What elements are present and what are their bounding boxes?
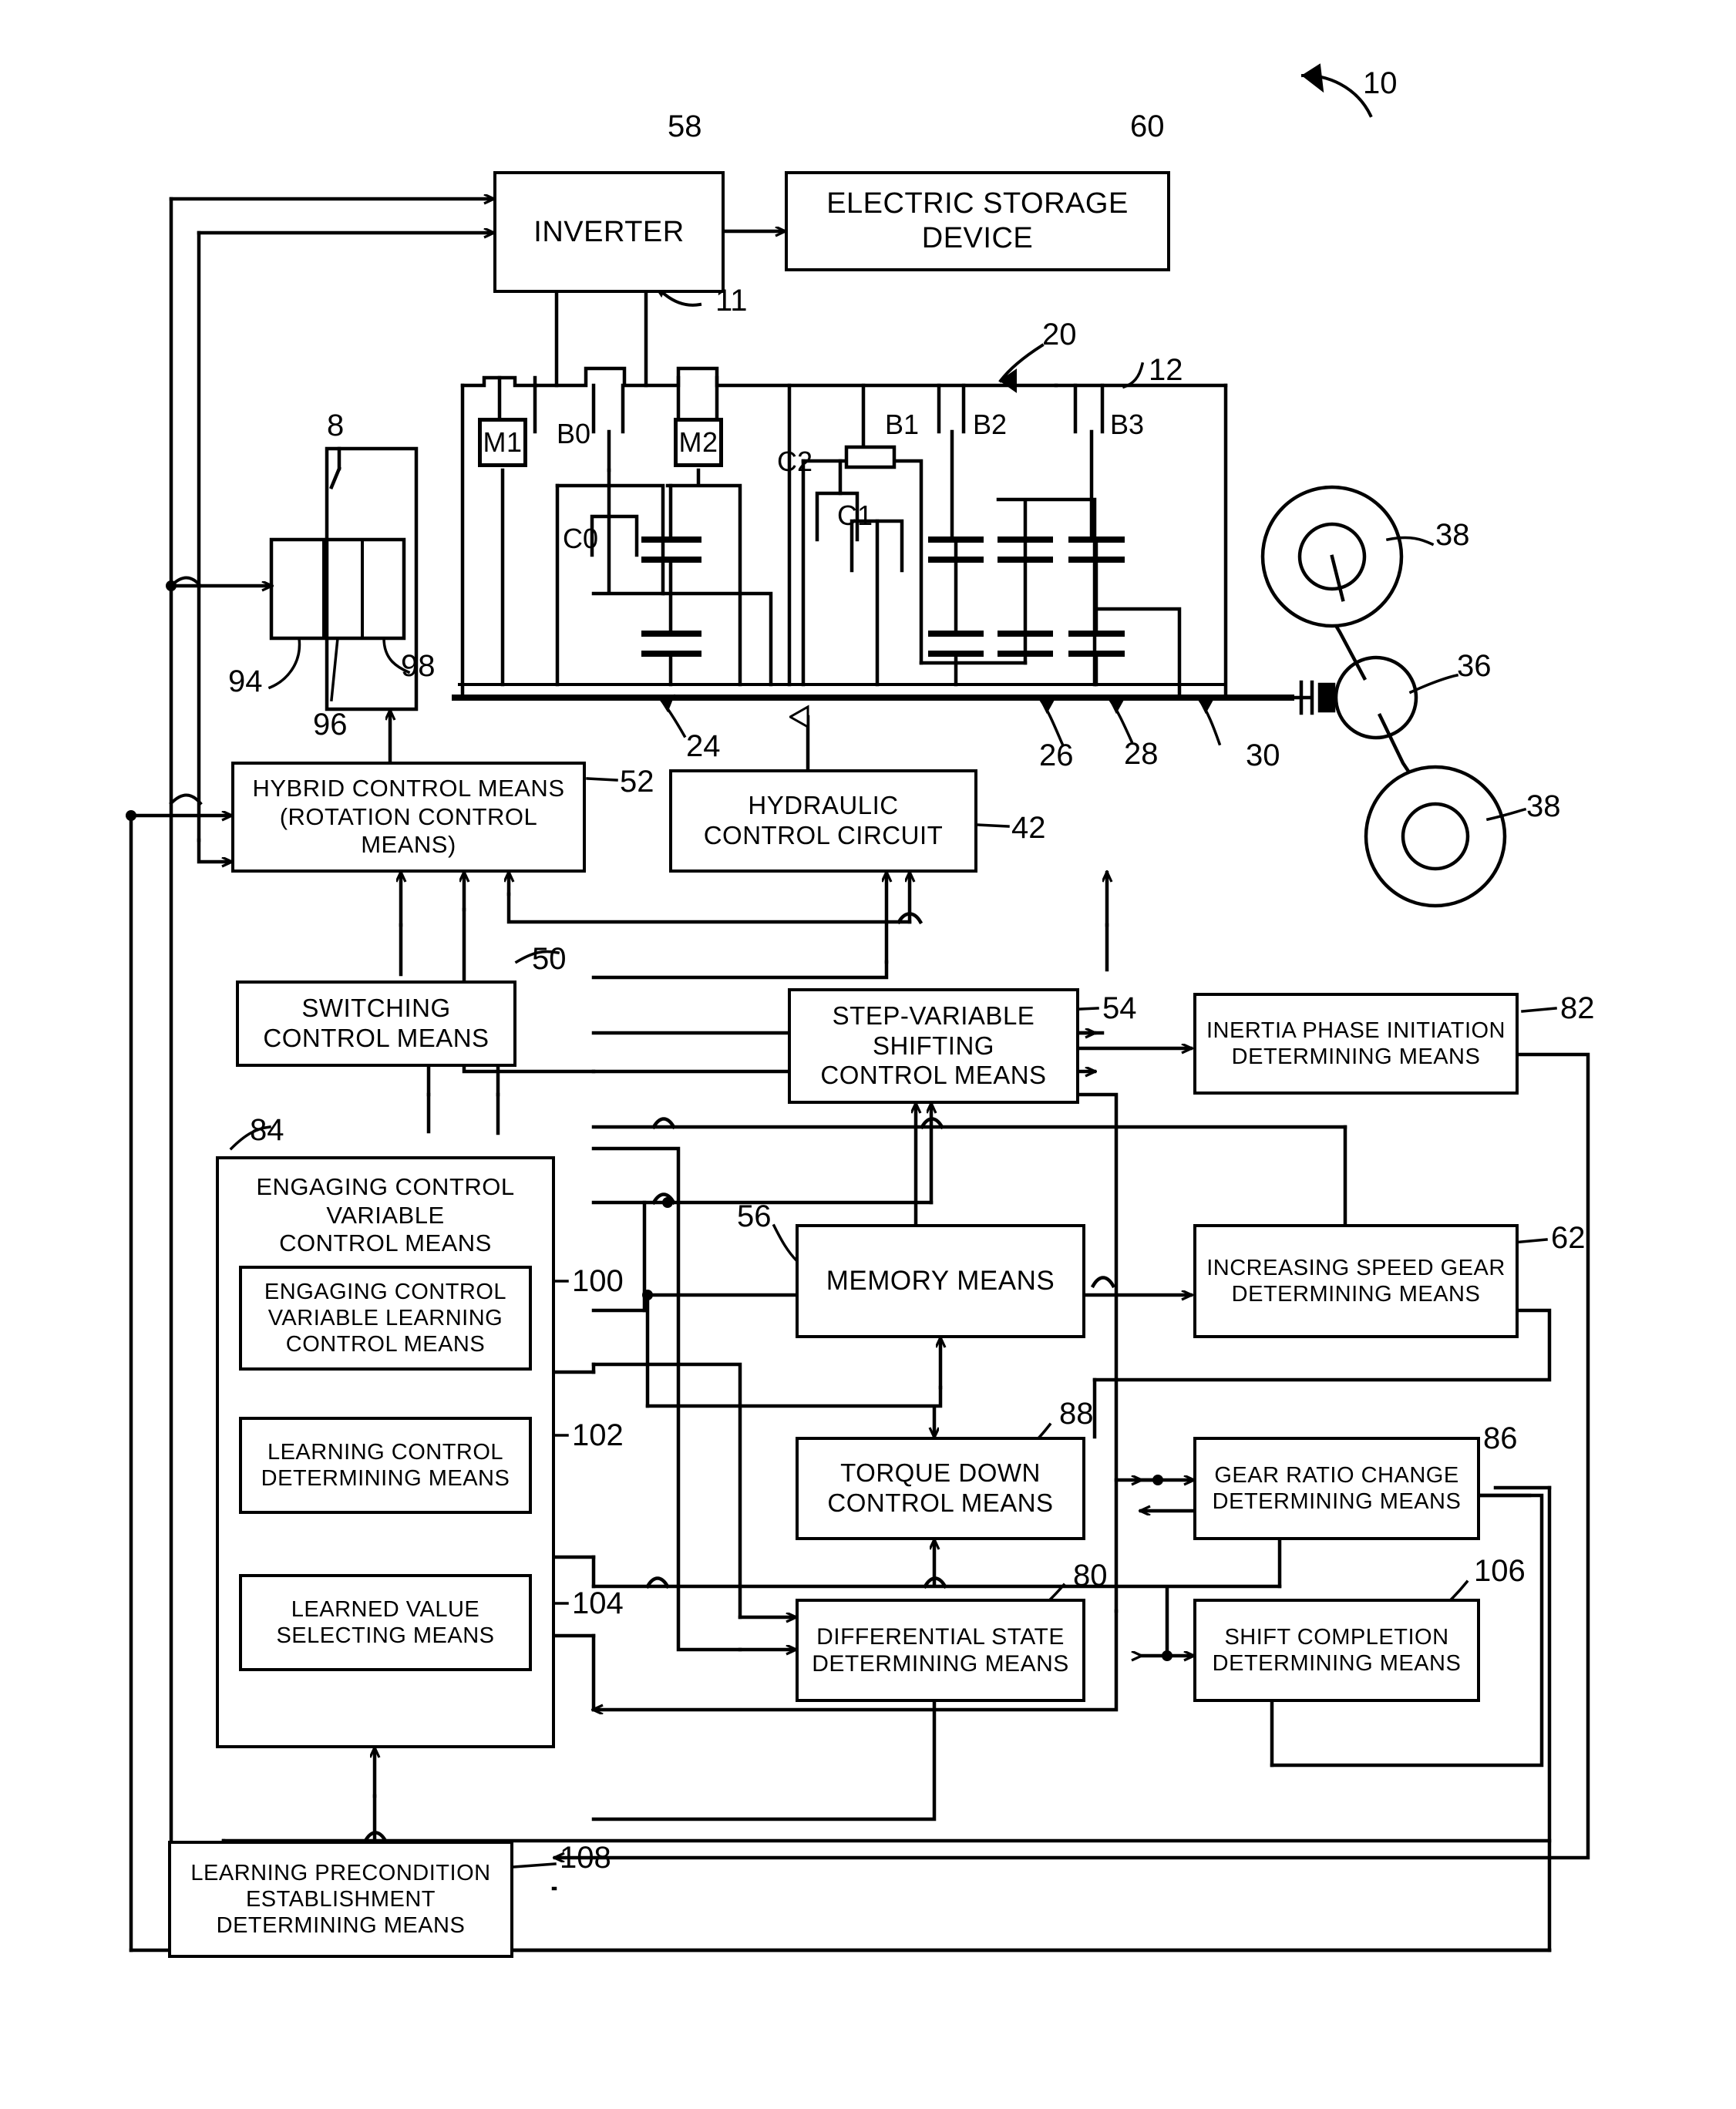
ref-56: 56 xyxy=(737,1199,772,1233)
block-hybrid-control-means-label: HYBRID CONTROL MEANS (ROTATION CONTROL MEA… xyxy=(252,775,565,859)
label-c2: C2 xyxy=(777,446,813,477)
block-hybrid-control-means[interactable]: HYBRID CONTROL MEANS (ROTATION CONTROL MEA… xyxy=(231,762,586,873)
block-gear-ratio-change-determining-means[interactable]: GEAR RATIO CHANGE DETERMINING MEANS xyxy=(1193,1437,1480,1540)
ref-102: 102 xyxy=(572,1418,624,1452)
label-c0: C0 xyxy=(563,523,599,554)
label-b1: B1 xyxy=(885,409,920,440)
block-gear-ratio-change-determining-means-label: GEAR RATIO CHANGE DETERMINING MEANS xyxy=(1212,1462,1462,1514)
patent-figure: INVERTER ELECTRIC STORAGE DEVICE M1 M2 B… xyxy=(0,0,1736,2109)
block-step-variable-shifting-control-means[interactable]: STEP-VARIABLE SHIFTING CONTROL MEANS xyxy=(788,988,1079,1104)
ref-106: 106 xyxy=(1474,1554,1526,1588)
block-memory-means-label: MEMORY MEANS xyxy=(826,1266,1055,1297)
ref-28: 28 xyxy=(1124,737,1159,771)
block-hydraulic-control-circuit[interactable]: HYDRAULIC CONTROL CIRCUIT xyxy=(669,769,977,873)
block-motor-m1: M1 xyxy=(478,418,527,467)
block-hydraulic-control-circuit-label: HYDRAULIC CONTROL CIRCUIT xyxy=(703,791,944,849)
block-memory-means[interactable]: MEMORY MEANS xyxy=(796,1224,1085,1338)
ref-52: 52 xyxy=(620,765,654,799)
block-engaging-control-variable-learning-control-means-label: ENGAGING CONTROL VARIABLE LEARNING CONTROL… xyxy=(264,1279,507,1357)
block-inverter[interactable]: INVERTER xyxy=(493,171,725,293)
ref-8: 8 xyxy=(327,409,345,442)
block-motor-m2: M2 xyxy=(674,418,723,467)
ref-60: 60 xyxy=(1130,109,1165,143)
block-switching-control-means[interactable]: SWITCHING CONTROL MEANS xyxy=(236,980,516,1067)
block-engaging-control-variable-learning-control-means[interactable]: ENGAGING CONTROL VARIABLE LEARNING CONTROL… xyxy=(239,1266,532,1371)
ref-80: 80 xyxy=(1073,1559,1108,1593)
block-learning-precondition-establishment-determining-means[interactable]: LEARNING PRECONDITION ESTABLISHMENT DETERM… xyxy=(168,1841,513,1958)
ref-84: 84 xyxy=(250,1113,284,1147)
label-c1: C1 xyxy=(837,500,873,531)
ref-62: 62 xyxy=(1551,1221,1586,1255)
block-learning-precondition-establishment-determining-means-label: LEARNING PRECONDITION ESTABLISHMENT DETERM… xyxy=(190,1860,491,1939)
motor-m1-label: M1 xyxy=(483,426,523,458)
label-b2: B2 xyxy=(973,409,1008,440)
ref-58: 58 xyxy=(668,109,702,143)
block-shift-completion-determining-means[interactable]: SHIFT COMPLETION DETERMINING MEANS xyxy=(1193,1599,1480,1702)
block-switching-control-means-label: SWITCHING CONTROL MEANS xyxy=(263,994,490,1052)
label-b0: B0 xyxy=(557,418,591,449)
ref-10: 10 xyxy=(1363,66,1398,100)
ref-82: 82 xyxy=(1560,991,1595,1025)
ref-100: 100 xyxy=(572,1264,624,1298)
block-engaging-control-variable-control-means-label: ENGAGING CONTROL VARIABLE CONTROL MEANS xyxy=(256,1173,515,1257)
block-torque-down-control-means-label: TORQUE DOWN CONTROL MEANS xyxy=(827,1458,1054,1517)
block-inverter-label: INVERTER xyxy=(533,215,685,248)
block-differential-state-determining-means[interactable]: DIFFERENTIAL STATE DETERMINING MEANS xyxy=(796,1599,1085,1702)
block-learning-control-determining-means[interactable]: LEARNING CONTROL DETERMINING MEANS xyxy=(239,1417,532,1514)
ref-50: 50 xyxy=(532,942,567,976)
ref-38-bottom: 38 xyxy=(1526,789,1561,823)
block-increasing-speed-gear-determining-means-label: INCREASING SPEED GEAR DETERMINING MEANS xyxy=(1206,1255,1506,1307)
ref-24: 24 xyxy=(686,729,721,763)
block-electric-storage-device[interactable]: ELECTRIC STORAGE DEVICE xyxy=(785,171,1170,271)
block-inertia-phase-initiation-determining-means-label: INERTIA PHASE INITIATION DETERMINING MEAN… xyxy=(1206,1018,1506,1069)
motor-m2-label: M2 xyxy=(678,426,718,458)
ref-12: 12 xyxy=(1149,353,1183,387)
ref-26: 26 xyxy=(1039,738,1074,772)
ref-38-top: 38 xyxy=(1435,518,1470,552)
ref-98: 98 xyxy=(401,649,436,683)
block-learned-value-selecting-means-label: LEARNED VALUE SELECTING MEANS xyxy=(276,1596,495,1648)
ref-88: 88 xyxy=(1059,1397,1094,1431)
ref-30: 30 xyxy=(1246,738,1280,772)
label-b3: B3 xyxy=(1110,409,1145,440)
block-shift-completion-determining-means-label: SHIFT COMPLETION DETERMINING MEANS xyxy=(1212,1624,1462,1676)
ref-86: 86 xyxy=(1483,1421,1518,1455)
block-increasing-speed-gear-determining-means[interactable]: INCREASING SPEED GEAR DETERMINING MEANS xyxy=(1193,1224,1519,1338)
ref-108: 108 xyxy=(560,1841,611,1875)
block-differential-state-determining-means-label: DIFFERENTIAL STATE DETERMINING MEANS xyxy=(812,1623,1069,1677)
ref-96: 96 xyxy=(313,708,348,742)
block-electric-storage-device-label: ELECTRIC STORAGE DEVICE xyxy=(826,187,1129,254)
ref-20: 20 xyxy=(1042,318,1077,352)
block-learned-value-selecting-means[interactable]: LEARNED VALUE SELECTING MEANS xyxy=(239,1574,532,1671)
block-step-variable-shifting-control-means-label: STEP-VARIABLE SHIFTING CONTROL MEANS xyxy=(820,1001,1047,1090)
block-learning-control-determining-means-label: LEARNING CONTROL DETERMINING MEANS xyxy=(261,1439,510,1491)
block-inertia-phase-initiation-determining-means[interactable]: INERTIA PHASE INITIATION DETERMINING MEAN… xyxy=(1193,993,1519,1095)
ref-36: 36 xyxy=(1457,649,1492,683)
block-torque-down-control-means[interactable]: TORQUE DOWN CONTROL MEANS xyxy=(796,1437,1085,1540)
ref-94: 94 xyxy=(228,664,263,698)
ref-54: 54 xyxy=(1102,991,1137,1025)
ref-104: 104 xyxy=(572,1586,624,1620)
ref-42: 42 xyxy=(1011,811,1046,845)
ref-11: 11 xyxy=(715,284,748,318)
